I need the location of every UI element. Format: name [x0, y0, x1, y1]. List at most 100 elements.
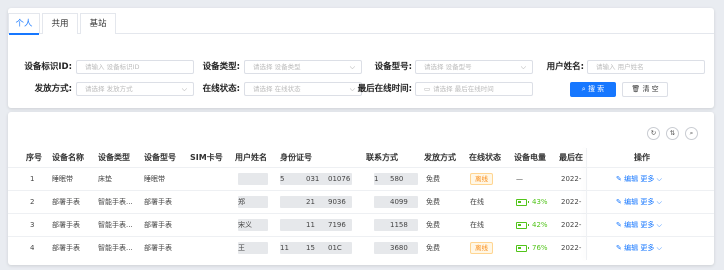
chevron-down-icon: ⌵ — [656, 244, 662, 252]
cell-phone-part: 1 — [374, 175, 379, 183]
device-type-label: 设备类型: — [202, 62, 240, 72]
cell-issue-method: 免费 — [426, 244, 440, 252]
cell-sim — [190, 214, 230, 236]
cell-device-name: 部署手表 — [52, 221, 80, 229]
battery-value: 42% — [532, 221, 548, 229]
trash-icon: 🗑 — [631, 85, 641, 93]
cell-last-online: 2022- — [561, 198, 582, 206]
column-settings-icon[interactable]: ⇅ — [666, 127, 679, 140]
cell-device-name: 部署手表 — [52, 198, 80, 206]
online-status-label: 在线状态: — [202, 84, 240, 94]
issue-method-select[interactable]: 请选择 发放方式 ⌵ — [76, 82, 194, 96]
issue-method-label: 发放方式: — [34, 84, 72, 94]
cell-phone-part: 3680 — [390, 244, 408, 252]
calendar-icon: ▭ — [424, 85, 431, 93]
battery-value: 43% — [532, 198, 548, 206]
cell-battery: 76% — [516, 237, 560, 259]
device-id-input[interactable]: 请输入 设备标识ID — [76, 60, 194, 74]
search-icon: ⌕ — [581, 85, 586, 93]
battery-value: 76% — [532, 244, 548, 252]
cell-phone-part — [374, 191, 384, 213]
edit-label: 编辑 — [624, 175, 639, 183]
more-label: 更多 — [640, 175, 655, 183]
cell-idcard-part: 01C — [328, 244, 342, 252]
more-label: 更多 — [640, 198, 655, 206]
user-name-input[interactable]: 请输入 用户姓名 — [587, 60, 705, 74]
tab-bar: 个人 共用 基站 — [8, 8, 714, 35]
chevron-down-icon: ⌵ — [181, 85, 187, 93]
chevron-down-icon: ⌵ — [349, 63, 355, 71]
col-header-model: 设备型号 — [144, 153, 176, 162]
device-model-placeholder: 请选择 设备型号 — [424, 63, 472, 71]
cell-idcard-part: 7196 — [328, 221, 346, 229]
battery-icon — [516, 221, 529, 229]
col-header-name: 设备名称 — [52, 153, 84, 162]
reset-button[interactable]: 🗑 清 空 — [622, 82, 668, 97]
cell-sim — [190, 237, 230, 259]
user-name-label: 用户姓名: — [546, 62, 584, 72]
cell-idcard-part — [280, 191, 290, 213]
cell-idcard-part: 11 — [306, 221, 315, 229]
cell-sim — [190, 191, 230, 213]
edit-link[interactable]: ✎ 编辑 — [616, 221, 638, 229]
search-button-label: 搜 索 — [587, 85, 605, 93]
search-button[interactable]: ⌕ 搜 索 — [570, 82, 616, 97]
cell-online-status: 离线 — [470, 168, 493, 190]
cell-no: 3 — [30, 221, 35, 229]
edit-icon: ✎ — [616, 244, 622, 252]
cell-phone-part: 580 — [390, 175, 404, 183]
cell-device-model: 睡眠带 — [144, 175, 165, 183]
cell-device-type: 智能手表... — [98, 198, 133, 206]
cell-battery: — — [516, 168, 560, 190]
cell-issue-method: 免费 — [426, 221, 440, 229]
cell-online-status: 在线 — [470, 214, 484, 236]
cell-idcard-part — [280, 214, 290, 236]
tab-shared[interactable]: 共用 — [42, 13, 78, 34]
cell-user-name — [238, 168, 268, 190]
tab-personal[interactable]: 个人 — [8, 13, 40, 35]
last-online-placeholder: 请选择 最后在线时间 — [433, 85, 494, 93]
tab-base-station[interactable]: 基站 — [80, 13, 116, 34]
col-header-sim: SIM卡号 — [190, 153, 223, 162]
cell-device-model: 部署手表 — [144, 198, 172, 206]
more-dropdown[interactable]: 更多 ⌵ — [640, 198, 662, 206]
cell-phone-part: 1158 — [390, 221, 408, 229]
cell-user-name: 王 — [238, 244, 245, 252]
more-dropdown[interactable]: 更多 ⌵ — [640, 244, 662, 252]
cell-last-online: 2022- — [561, 175, 582, 183]
col-header-idcard: 身份证号 — [280, 153, 312, 162]
device-type-select[interactable]: 请选择 设备类型 ⌵ — [244, 60, 362, 74]
edit-link[interactable]: ✎ 编辑 — [616, 244, 638, 252]
device-model-select[interactable]: 请选择 设备型号 ⌵ — [415, 60, 533, 74]
reset-button-label: 清 空 — [642, 85, 659, 93]
search-icon[interactable]: ⌕ — [685, 127, 698, 140]
page: 个人 共用 基站 设备标识ID: 请输入 设备标识ID 设备类型: 请选择 设备… — [8, 8, 714, 265]
device-model-label: 设备型号: — [374, 62, 412, 72]
cell-actions: ✎ 编辑 更多 ⌵ — [616, 237, 686, 259]
cell-online-status: 离线 — [470, 237, 493, 259]
col-header-no: 序号 — [26, 153, 42, 162]
cell-device-model: 部署手表 — [144, 221, 172, 229]
cell-device-name: 部署手表 — [52, 244, 80, 252]
cell-issue-method: 免费 — [426, 175, 440, 183]
table-row: 2 部署手表 智能手表... 部署手表 郑 21 9036 4099 免费 在线 43% 2022- ✎… — [8, 190, 714, 213]
col-header-battery: 设备电量 — [514, 153, 546, 162]
edit-link[interactable]: ✎ 编辑 — [616, 198, 638, 206]
device-type-placeholder: 请选择 设备类型 — [253, 63, 301, 71]
table-row: 1 睡眠带 床垫 睡眠带 5 031 01076 1 580 免费 离线 — 2022- ✎ 编辑 更多 … — [8, 167, 714, 190]
cell-user-name: 郑 — [238, 198, 245, 206]
more-dropdown[interactable]: 更多 ⌵ — [640, 221, 662, 229]
cell-issue-method: 免费 — [426, 198, 440, 206]
cell-sim — [190, 168, 230, 190]
edit-label: 编辑 — [624, 244, 639, 252]
table-header: 序号 设备名称 设备类型 设备型号 SIM卡号 用户姓名 身份证号 联系方式 发… — [8, 148, 714, 167]
fixed-column-divider — [586, 148, 587, 260]
refresh-icon[interactable]: ↻ — [647, 127, 660, 140]
cell-no: 4 — [30, 244, 35, 252]
cell-user-name: 宋义 — [238, 221, 252, 229]
cell-actions: ✎ 编辑 更多 ⌵ — [616, 168, 686, 190]
last-online-date-picker[interactable]: ▭ 请选择 最后在线时间 — [415, 82, 533, 96]
edit-link[interactable]: ✎ 编辑 — [616, 175, 638, 183]
more-dropdown[interactable]: 更多 ⌵ — [640, 175, 662, 183]
col-header-status: 在线状态 — [469, 153, 501, 162]
